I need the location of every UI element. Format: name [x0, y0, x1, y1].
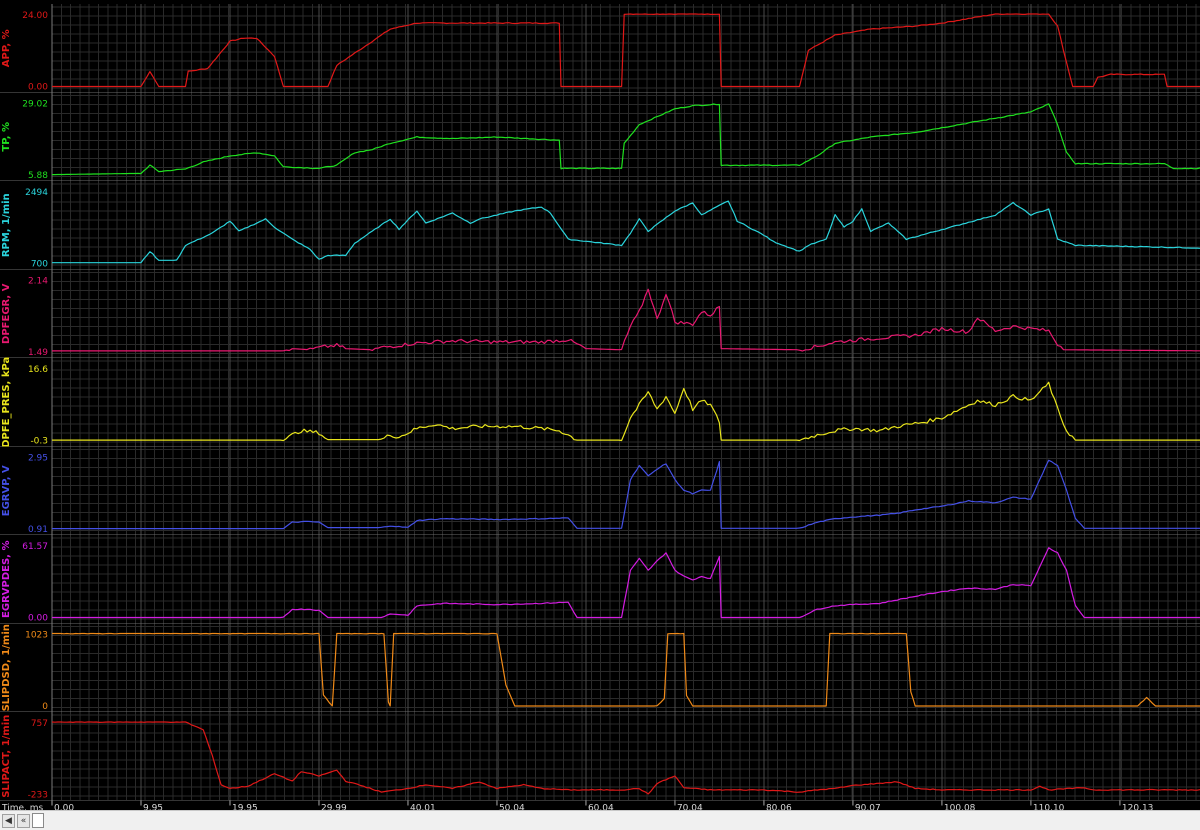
panel-slipdsd-1-min: SLIPDSD, 1/min 1023 0 — [0, 623, 1200, 713]
panel-ylabel-dpfe-pres-kpa: DPFE_PRES, kPa — [1, 357, 12, 448]
panel-ymin-label: 700 — [31, 260, 48, 270]
scroll-left-icon[interactable]: ◀ — [2, 814, 15, 828]
panel-ymin-label: 0.00 — [28, 614, 48, 624]
panel-ymax-label: 757 — [31, 719, 48, 729]
scroll-thumb[interactable] — [32, 813, 44, 828]
panel-ylabel-egrvpdes: EGRVPDES, % — [1, 541, 12, 618]
panel-ylabel-app: APP, % — [1, 29, 12, 67]
x-axis: Time, ms 0.00 9.95 19.95 29.99 40.01 50.04 60.0… — [0, 800, 1200, 810]
panel-ymin-label: 0 — [42, 702, 48, 712]
panel-ylabel-slipdsd-1-min: SLIPDSD, 1/min — [1, 624, 12, 711]
panel-ymax-label: 16.6 — [28, 365, 48, 375]
panel-ymax-label: 1023 — [25, 631, 48, 641]
panel-ymin-label: -0.3 — [30, 437, 48, 447]
panel-egrvpdes: EGRVPDES, % 61.57 0.00 — [0, 535, 1200, 624]
panel-ylabel-rpm-1-min: RPM, 1/min — [1, 193, 12, 257]
panel-ylabel-dpfegr-v: DPFEGR, V — [1, 283, 12, 344]
panel-ymax-label: 29.02 — [22, 100, 48, 110]
panel-ymax-label: 61.57 — [22, 542, 48, 552]
scroll-start-icon[interactable]: « — [17, 814, 30, 828]
panel-ylabel-tp: TP, % — [1, 122, 12, 152]
panel-dpfegr-v: DPFEGR, V 2.14 1.49 — [0, 269, 1200, 359]
panel-egrvp-v: EGRVP, V 2.95 0.91 — [0, 446, 1200, 536]
panel-ymax-label: 2.95 — [28, 454, 48, 464]
panel-slipact-1-min: SLIPACT, 1/min 757 -233 — [0, 712, 1200, 801]
panel-tp: TP, % 29.02 5.88 — [0, 92, 1200, 182]
panel-ylabel-slipact-1-min: SLIPACT, 1/min — [1, 715, 12, 798]
panel-ymin-label: 0.00 — [28, 83, 48, 93]
panel-ymin-label: -233 — [28, 791, 48, 801]
panel-ymax-label: 24.00 — [22, 11, 48, 21]
panel-ymin-label: 5.88 — [28, 171, 48, 181]
panel-dpfe-pres-kpa: DPFE_PRES, kPa 16.6 -0.3 — [0, 357, 1200, 448]
chart-panels: APP, % 24.00 0.00 TP, % 29.02 5.88 RPM, 1/min 2… — [0, 4, 1200, 801]
panel-rpm-1-min: RPM, 1/min 2494 700 — [0, 181, 1200, 270]
panel-ymax-label: 2494 — [25, 188, 48, 198]
panel-ymax-label: 2.14 — [28, 277, 48, 287]
horizontal-scrollbar[interactable]: ◀ « — [0, 810, 1200, 830]
panel-ymin-label: 1.49 — [28, 348, 48, 358]
panel-ylabel-egrvp-v: EGRVP, V — [1, 465, 12, 516]
panel-app: APP, % 24.00 0.00 — [0, 4, 1200, 93]
panel-ymin-label: 0.91 — [28, 525, 48, 535]
multi-channel-plot: APP, % 24.00 0.00 TP, % 29.02 5.88 RPM, 1/min 2… — [0, 4, 1200, 810]
